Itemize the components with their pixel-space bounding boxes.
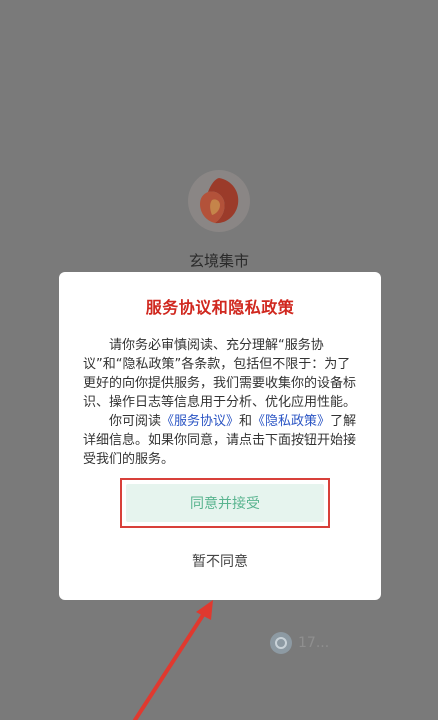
disagree-button[interactable]: 暂不同意 [155, 548, 285, 576]
dialog-title: 服务协议和隐私政策 [145, 298, 295, 317]
links-prefix: 你可阅读 [109, 414, 162, 429]
dialog-paragraph-terms: 请你务必审慎阅读、充分理解“服务协议”和“隐私政策”各条款，包括但不限于：为了更… [83, 338, 357, 410]
links-and: 和 [239, 414, 253, 429]
watermark-text: 17... [298, 635, 330, 651]
agree-button[interactable]: 同意并接受 [126, 484, 324, 522]
watermark-badge-icon [270, 632, 292, 654]
dialog-body: 请你务必审慎阅读、充分理解“服务协议”和“隐私政策”各条款，包括但不限于：为了更… [83, 336, 359, 469]
privacy-dialog: 服务协议和隐私政策 请你务必审慎阅读、充分理解“服务协议”和“隐私政策”各条款，… [59, 272, 381, 600]
app-name: 玄境集市 [188, 252, 249, 270]
dialog-paragraph-links: 你可阅读《服务协议》和《隐私政策》了解详细信息。如果你同意，请点击下面按钮开始接… [83, 412, 359, 469]
agree-button-highlight[interactable]: 同意并接受 [120, 478, 330, 528]
privacy-policy-link[interactable]: 《隐私政策》 [252, 414, 330, 429]
watermark: 17... [270, 626, 390, 660]
service-agreement-link[interactable]: 《服务协议》 [161, 414, 239, 429]
phoenix-logo-icon [188, 170, 250, 232]
screen: 玄境集市 服务协议和隐私政策 请你务必审慎阅读、充分理解“服务协议”和“隐私政策… [0, 0, 438, 720]
